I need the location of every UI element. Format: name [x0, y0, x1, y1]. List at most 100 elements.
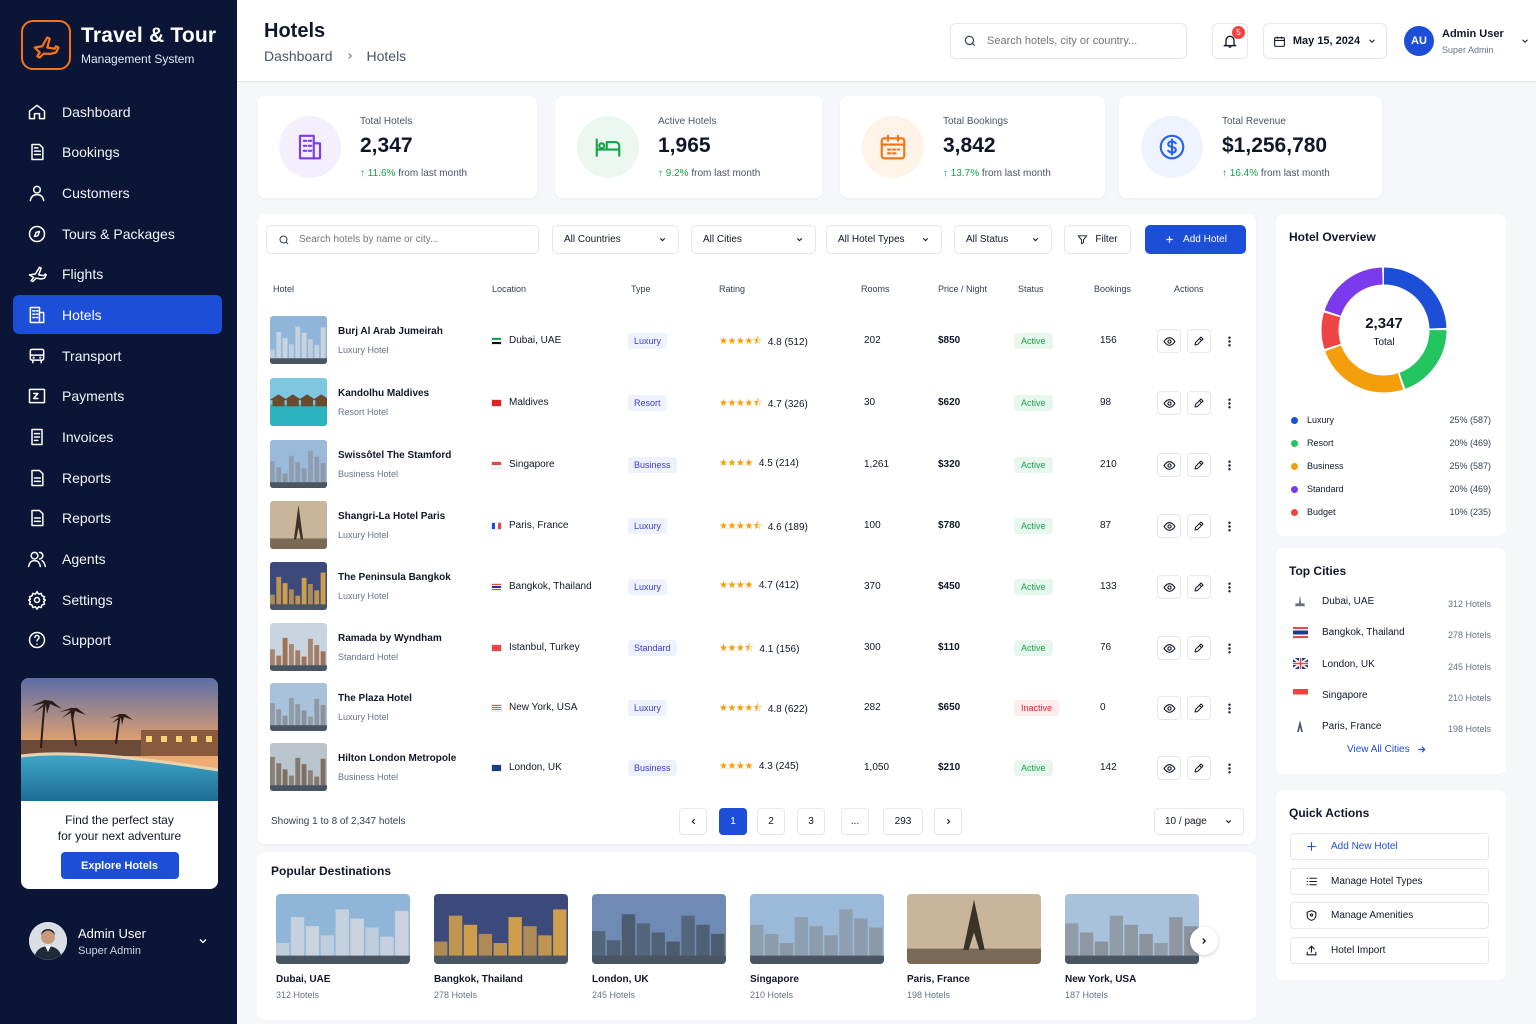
more-options-button[interactable]	[1217, 514, 1241, 538]
destination-card-new-york-usa[interactable]: New York, USA 187 Hotels	[1065, 894, 1199, 1000]
global-search-input[interactable]	[987, 35, 1167, 47]
carousel-next-button[interactable]	[1190, 927, 1218, 955]
eye-icon	[1163, 459, 1176, 472]
stat-card-active-hotels: Active Hotels 1,965 ↑ 9.2% from last mon…	[555, 96, 823, 198]
date-picker[interactable]: May 15, 2024	[1263, 23, 1387, 59]
sidebar-item-dashboard[interactable]: Dashboard	[13, 92, 222, 131]
sidebar-item-invoices[interactable]: Invoices	[13, 418, 222, 457]
prev-page-button[interactable]	[679, 808, 707, 835]
star-rating-icon: ★★★★	[719, 761, 753, 772]
page-last-button[interactable]: 293	[883, 808, 923, 835]
hotel-name[interactable]: Shangri-La Hotel Paris	[338, 511, 445, 522]
hotel-name[interactable]: Burj Al Arab Jumeirah	[338, 326, 443, 337]
sidebar-item-transport[interactable]: Transport	[13, 336, 222, 375]
table-row[interactable]: Burj Al Arab Jumeirah Luxury Hotel Dubai…	[257, 316, 1256, 368]
per-page-select[interactable]: 10 / page	[1154, 808, 1244, 835]
filter-button[interactable]: Filter	[1064, 225, 1131, 254]
page-3-button[interactable]: 3	[797, 808, 825, 835]
view-button[interactable]	[1157, 575, 1181, 599]
sidebar-item-settings[interactable]: Settings	[13, 580, 222, 619]
edit-button[interactable]	[1187, 391, 1211, 415]
table-row[interactable]: Shangri-La Hotel Paris Luxury Hotel Pari…	[257, 501, 1256, 553]
more-options-button[interactable]	[1217, 636, 1241, 660]
table-row[interactable]: Kandolhu Maldives Resort Hotel Maldives …	[257, 378, 1256, 430]
chevron-down-icon[interactable]	[197, 935, 209, 947]
sidebar-item-reports[interactable]: Reports	[13, 458, 222, 497]
hotel-name[interactable]: The Peninsula Bangkok	[338, 572, 451, 583]
view-button[interactable]	[1157, 453, 1181, 477]
sidebar-item-bookings[interactable]: Bookings	[13, 133, 222, 172]
more-options-button[interactable]	[1217, 391, 1241, 415]
hotel-name[interactable]: Hilton London Metropole	[338, 753, 456, 764]
sidebar-item-tours-packages[interactable]: Tours & Packages	[13, 214, 222, 253]
more-options-button[interactable]	[1217, 575, 1241, 599]
sidebar-item-payments[interactable]: Payments	[13, 377, 222, 416]
hotel-name[interactable]: Kandolhu Maldives	[338, 388, 429, 399]
destination-card-singapore[interactable]: Singapore 210 Hotels	[750, 894, 884, 1000]
country-select[interactable]: All Countries	[552, 225, 679, 254]
sidebar-item-support[interactable]: Support	[13, 621, 222, 660]
status-select[interactable]: All Status	[954, 225, 1052, 254]
edit-button[interactable]	[1187, 329, 1211, 353]
page-1-button[interactable]: 1	[719, 808, 747, 835]
quick-action-add-new-hotel[interactable]: Add New Hotel	[1290, 833, 1489, 860]
hotel-name[interactable]: Ramada by Wyndham	[338, 633, 442, 644]
sidebar-item-flights[interactable]: Flights	[13, 255, 222, 294]
table-row[interactable]: The Plaza Hotel Luxury Hotel New York, U…	[257, 683, 1256, 735]
destination-name: Singapore	[750, 974, 799, 985]
hotel-name[interactable]: The Plaza Hotel	[338, 693, 412, 704]
explore-hotels-button[interactable]: Explore Hotels	[60, 852, 179, 879]
destination-card-london-uk[interactable]: London, UK 245 Hotels	[592, 894, 726, 1000]
more-options-button[interactable]	[1217, 696, 1241, 720]
header-user-menu[interactable]: AU Admin User Super Admin	[1404, 26, 1530, 56]
table-row[interactable]: Hilton London Metropole Business Hotel L…	[257, 743, 1256, 795]
hotel-rating-text: 4.7 (326)	[767, 399, 808, 410]
edit-button[interactable]	[1187, 453, 1211, 477]
hotel-search[interactable]	[266, 225, 539, 254]
view-all-cities-link[interactable]: View All Cities	[1347, 744, 1427, 755]
view-button[interactable]	[1157, 756, 1181, 780]
edit-button[interactable]	[1187, 696, 1211, 720]
view-button[interactable]	[1157, 514, 1181, 538]
quick-action-manage-hotel-types[interactable]: Manage Hotel Types	[1290, 867, 1489, 895]
table-row[interactable]: Swissôtel The Stamford Business Hotel Si…	[257, 440, 1256, 492]
hotel-thumbnail	[270, 683, 327, 731]
hotel-type-select[interactable]: All Hotel Types	[826, 225, 942, 254]
sidebar-user[interactable]: Admin User Super Admin	[29, 922, 209, 960]
hotel-search-input[interactable]	[299, 234, 519, 245]
more-options-button[interactable]	[1217, 329, 1241, 353]
destination-card-paris-france[interactable]: Paris, France 198 Hotels	[907, 894, 1041, 1000]
next-page-button[interactable]	[934, 808, 962, 835]
city-select[interactable]: All Cities	[691, 225, 816, 254]
quick-action-hotel-import[interactable]: Hotel Import	[1290, 937, 1489, 965]
destination-card-bangkok-thailand[interactable]: Bangkok, Thailand 278 Hotels	[434, 894, 568, 1000]
view-button[interactable]	[1157, 391, 1181, 415]
quick-action-manage-amenities[interactable]: Manage Amenities	[1290, 902, 1489, 930]
sidebar-item-reports[interactable]: Reports	[13, 499, 222, 538]
view-button[interactable]	[1157, 696, 1181, 720]
table-row[interactable]: Ramada by Wyndham Standard Hotel Istanbu…	[257, 623, 1256, 675]
sidebar-item-hotels[interactable]: Hotels	[13, 295, 222, 335]
page-2-button[interactable]: 2	[757, 808, 785, 835]
breadcrumb-dashboard[interactable]: Dashboard	[264, 48, 333, 64]
edit-button[interactable]	[1187, 514, 1211, 538]
hotel-name[interactable]: Swissôtel The Stamford	[338, 450, 451, 461]
edit-button[interactable]	[1187, 756, 1211, 780]
flag-tr-icon	[491, 643, 502, 652]
view-button[interactable]	[1157, 329, 1181, 353]
more-options-button[interactable]	[1217, 756, 1241, 780]
edit-button[interactable]	[1187, 575, 1211, 599]
table-row[interactable]: The Peninsula Bangkok Luxury Hotel Bangk…	[257, 562, 1256, 614]
more-options-button[interactable]	[1217, 453, 1241, 477]
destination-card-dubai-uae[interactable]: Dubai, UAE 312 Hotels	[276, 894, 410, 1000]
add-hotel-button[interactable]: Add Hotel	[1145, 225, 1246, 254]
flag-gb-icon	[491, 763, 502, 772]
stat-label: Total Hotels	[360, 116, 413, 127]
sidebar-item-agents[interactable]: Agents	[13, 540, 222, 579]
sidebar-item-customers[interactable]: Customers	[13, 173, 222, 212]
notifications-button[interactable]: 5	[1212, 23, 1248, 59]
search-icon	[963, 34, 977, 48]
global-search[interactable]	[950, 23, 1187, 59]
view-button[interactable]	[1157, 636, 1181, 660]
edit-button[interactable]	[1187, 636, 1211, 660]
